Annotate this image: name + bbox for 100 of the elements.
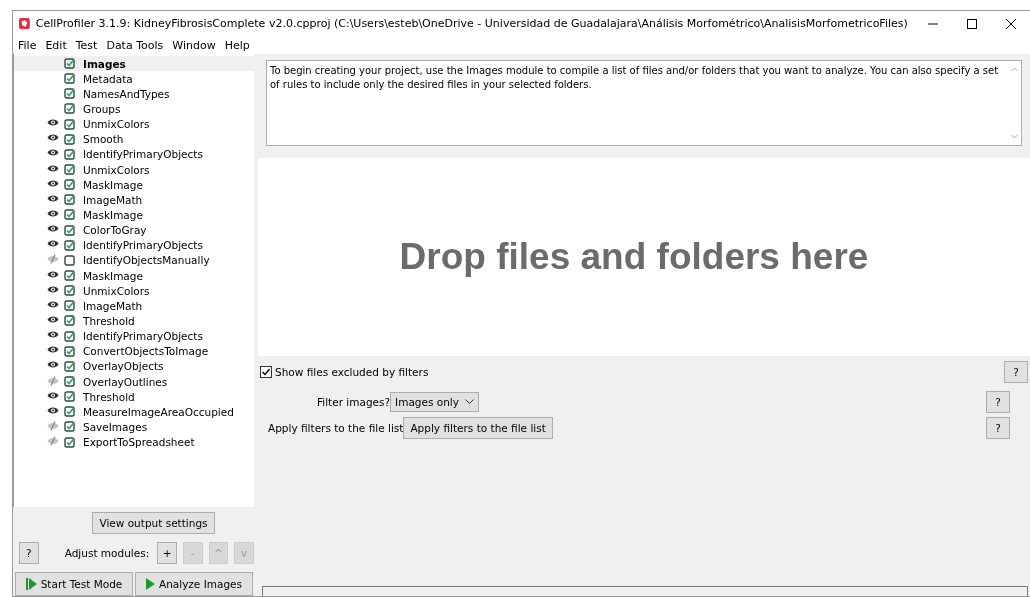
filter-images-dropdown[interactable]: Images only: [390, 392, 479, 412]
module-row[interactable]: UnmixColors: [14, 162, 254, 178]
eye-icon[interactable]: [47, 299, 59, 309]
module-name: IdentifyPrimaryObjects: [82, 330, 203, 343]
module-row[interactable]: IdentifyPrimaryObjects: [14, 328, 254, 344]
eye-icon[interactable]: [47, 360, 59, 370]
checked-checkbox-icon[interactable]: [64, 406, 75, 418]
menu-item[interactable]: Test: [75, 38, 98, 52]
checked-checkbox-icon[interactable]: [64, 194, 75, 206]
eye-icon[interactable]: [47, 163, 59, 173]
adjust-module-button[interactable]: +: [157, 542, 177, 564]
module-row[interactable]: SaveImages: [14, 419, 254, 435]
drop-area[interactable]: Drop files and folders here: [258, 158, 1030, 356]
hidden-eye-icon[interactable]: [47, 420, 59, 431]
menu-item[interactable]: Data Tools: [106, 38, 164, 52]
eye-icon[interactable]: [47, 239, 59, 249]
checked-checkbox-icon[interactable]: [64, 376, 75, 387]
eye-icon[interactable]: [47, 148, 59, 158]
checked-checkbox-icon[interactable]: [64, 164, 75, 176]
module-row[interactable]: Smooth: [14, 131, 254, 147]
module-row[interactable]: IdentifyPrimaryObjects: [14, 237, 254, 253]
module-row[interactable]: MaskImage: [14, 267, 254, 284]
eye-icon[interactable]: [47, 269, 59, 279]
eye-icon[interactable]: [47, 405, 59, 415]
eye-icon[interactable]: [47, 208, 59, 218]
menu-item[interactable]: Help: [224, 38, 250, 52]
module-row[interactable]: ImageMath: [14, 192, 254, 208]
checked-checkbox-icon[interactable]: [64, 300, 75, 312]
checked-checkbox-icon[interactable]: [64, 421, 75, 433]
hidden-eye-icon[interactable]: [47, 436, 59, 447]
module-name: ImageMath: [82, 299, 143, 312]
start-test-mode-button[interactable]: Start Test Mode: [15, 572, 133, 596]
maximize-icon[interactable]: [966, 18, 977, 29]
eye-icon[interactable]: [47, 330, 59, 340]
checked-checkbox-icon[interactable]: [64, 360, 75, 372]
module-row[interactable]: OverlayOutlines: [14, 373, 254, 390]
checked-checkbox-icon[interactable]: [64, 118, 75, 130]
scrollbar-arrows-icon: [1011, 67, 1018, 139]
checkbox-icon[interactable]: [64, 254, 75, 266]
module-row[interactable]: Metadata: [14, 71, 254, 87]
checked-checkbox-icon[interactable]: [64, 209, 75, 221]
module-row[interactable]: Images: [14, 56, 254, 72]
module-row[interactable]: UnmixColors: [14, 116, 254, 132]
checked-checkbox-icon[interactable]: [64, 73, 75, 85]
menu-item[interactable]: Window: [172, 38, 216, 52]
module-name: OverlayObjects: [82, 360, 164, 373]
module-row[interactable]: IdentifyPrimaryObjects: [14, 146, 254, 162]
checked-checkbox-icon[interactable]: [64, 239, 75, 251]
apply-filters-label: Apply filters to the file list: [268, 422, 404, 434]
module-row[interactable]: Threshold: [14, 313, 254, 329]
module-row[interactable]: Groups: [14, 101, 254, 117]
help-button[interactable]: ?: [986, 417, 1010, 439]
module-row[interactable]: ConvertObjectsToImage: [14, 343, 254, 359]
eye-icon[interactable]: [47, 118, 59, 128]
checked-checkbox-icon[interactable]: [64, 148, 75, 160]
checked-checkbox-icon[interactable]: [64, 270, 75, 282]
eye-icon[interactable]: [47, 178, 59, 188]
module-row[interactable]: OverlayObjects: [14, 358, 254, 374]
checked-checkbox-icon[interactable]: [64, 224, 75, 236]
eye-icon[interactable]: [47, 193, 59, 203]
checked-checkbox-icon[interactable]: [64, 58, 75, 70]
apply-filters-button[interactable]: Apply filters to the file list: [403, 417, 553, 439]
module-name: IdentifyObjectsManually: [82, 254, 210, 267]
checked-checkbox-icon[interactable]: [64, 179, 75, 191]
checkbox[interactable]: [260, 366, 272, 378]
help-button[interactable]: ?: [19, 542, 39, 564]
eye-icon[interactable]: [47, 314, 59, 324]
checked-checkbox-icon[interactable]: [64, 436, 75, 448]
analyze-images-button[interactable]: Analyze Images: [135, 572, 253, 596]
checked-checkbox-icon[interactable]: [64, 391, 75, 403]
module-row[interactable]: ColorToGray: [14, 222, 254, 238]
module-row[interactable]: ImageMath: [14, 298, 254, 314]
module-row[interactable]: MaskImage: [14, 207, 254, 223]
module-row[interactable]: MeasureImageAreaOccupied: [14, 404, 254, 420]
checked-checkbox-icon[interactable]: [64, 133, 75, 145]
menu-item[interactable]: Edit: [45, 38, 67, 52]
menu-item[interactable]: File: [18, 38, 37, 52]
view-output-settings-button[interactable]: View output settings: [92, 512, 215, 534]
filter-images-label: Filter images?: [317, 396, 391, 408]
module-row[interactable]: Threshold: [14, 389, 254, 405]
module-row[interactable]: UnmixColors: [14, 283, 254, 299]
eye-icon[interactable]: [47, 133, 59, 143]
eye-icon[interactable]: [47, 390, 59, 400]
module-row[interactable]: NamesAndTypes: [14, 86, 254, 102]
help-button[interactable]: ?: [986, 391, 1010, 413]
close-icon[interactable]: [1005, 18, 1016, 29]
checked-checkbox-icon[interactable]: [64, 345, 75, 357]
help-button[interactable]: ?: [1004, 361, 1028, 383]
checked-checkbox-icon[interactable]: [64, 330, 75, 342]
module-row[interactable]: MaskImage: [14, 177, 254, 193]
checked-checkbox-icon[interactable]: [64, 285, 75, 297]
show-excluded-checkbox[interactable]: Show files excluded by filters: [260, 366, 429, 378]
module-row[interactable]: ExportToSpreadsheet: [14, 434, 254, 450]
checked-checkbox-icon[interactable]: [64, 103, 75, 115]
module-row[interactable]: IdentifyObjectsManually: [14, 252, 254, 268]
eye-icon[interactable]: [47, 284, 59, 294]
checked-checkbox-icon[interactable]: [64, 88, 75, 100]
eye-icon[interactable]: [47, 345, 59, 355]
eye-icon[interactable]: [47, 224, 59, 234]
checked-checkbox-icon[interactable]: [64, 315, 75, 327]
